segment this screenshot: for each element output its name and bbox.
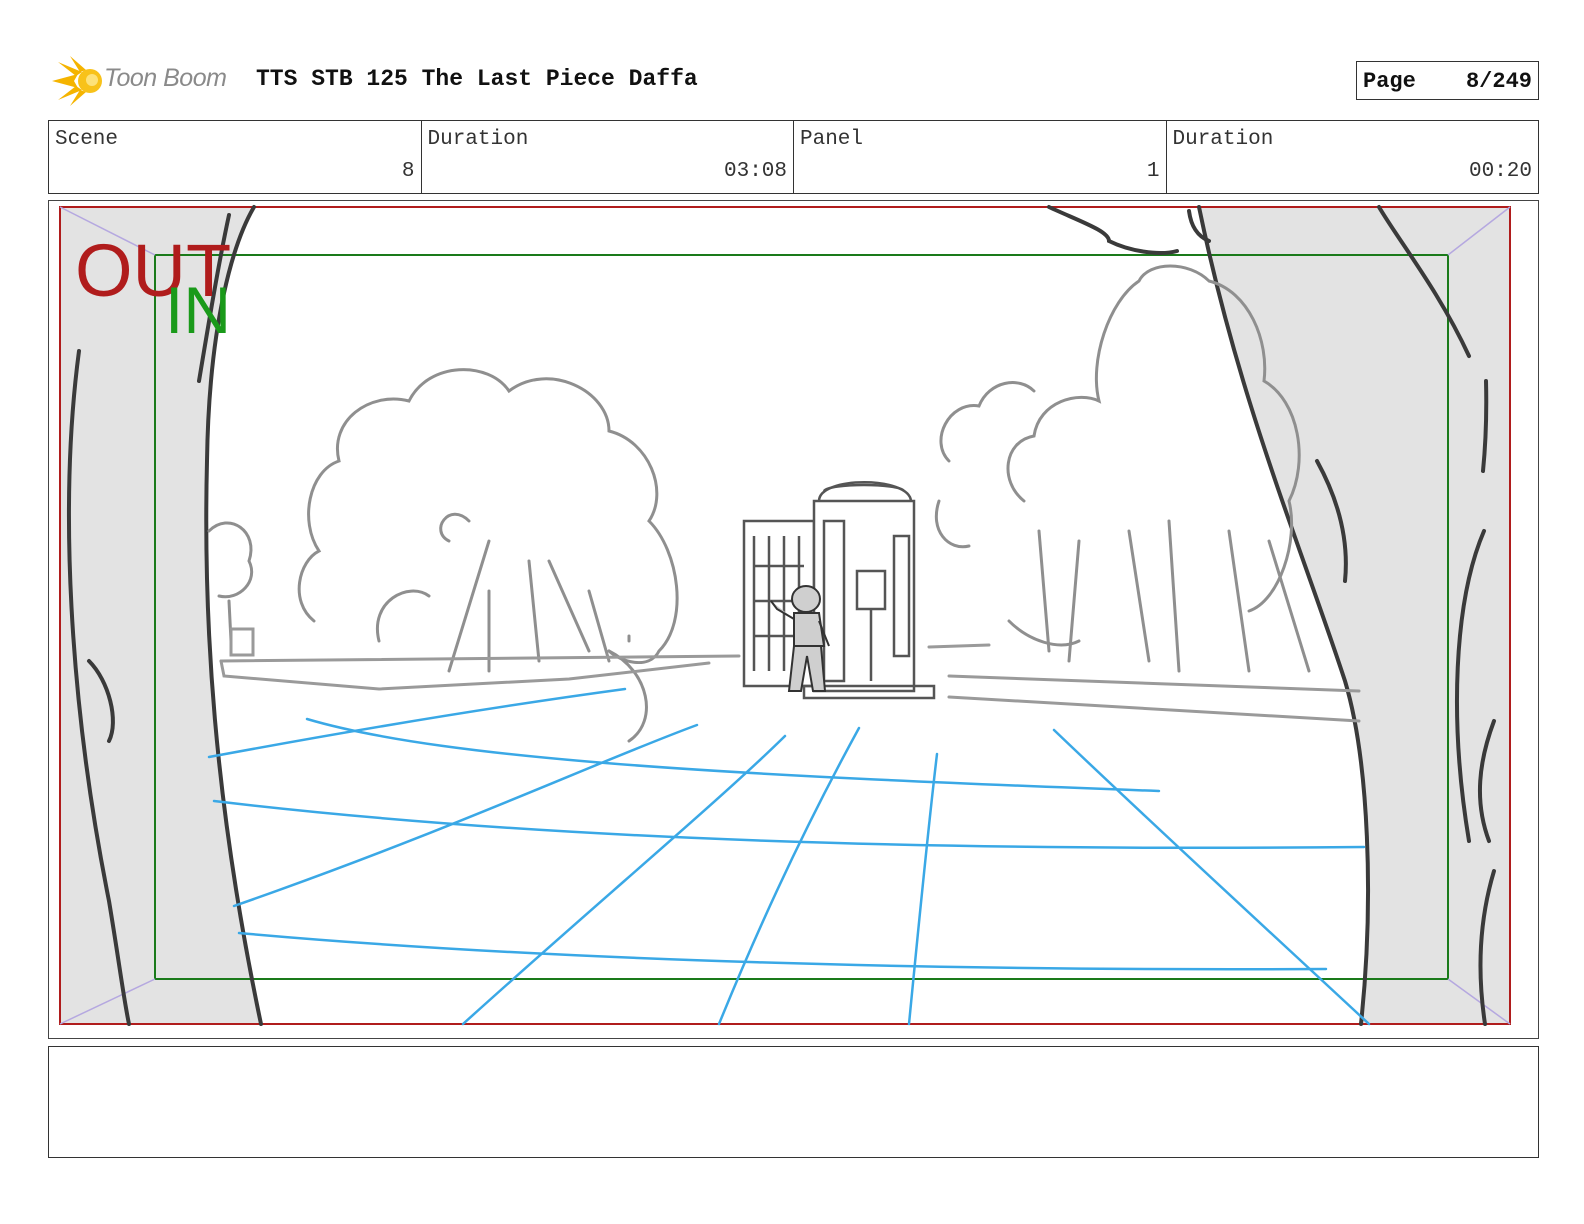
document-title: TTS STB 125 The Last Piece Daffa bbox=[256, 66, 698, 92]
phone-booth bbox=[742, 481, 936, 700]
panel-cell: Panel 1 bbox=[794, 121, 1167, 193]
scene-duration-label: Duration bbox=[427, 128, 529, 151]
panel-duration-cell: Duration 00:20 bbox=[1167, 121, 1539, 193]
scene-duration-value: 03:08 bbox=[723, 160, 787, 183]
panel-caption-box[interactable] bbox=[48, 1046, 1539, 1158]
panel-label: Panel bbox=[800, 128, 864, 151]
in-label: IN bbox=[165, 273, 231, 347]
logo-wordmark: Toon Boom bbox=[104, 64, 227, 92]
panel-value: 1 bbox=[1146, 160, 1160, 183]
page-number: 8/249 bbox=[1465, 69, 1532, 94]
panel-duration-label: Duration bbox=[1172, 128, 1274, 151]
scene-duration-cell: Duration 03:08 bbox=[422, 121, 794, 193]
storyboard-panel: OUT IN bbox=[48, 200, 1539, 1039]
perspective-guides bbox=[207, 687, 1371, 1026]
panel-sketch: OUT IN bbox=[59, 205, 1511, 1026]
panel-duration-value: 00:20 bbox=[1468, 160, 1532, 183]
scene-label: Scene bbox=[55, 128, 119, 151]
page-label: Page bbox=[1363, 69, 1416, 94]
page-indicator: Page 8/249 bbox=[1356, 61, 1539, 100]
panel-info-table: Scene 8 Duration 03:08 Panel 1 Duration … bbox=[48, 120, 1539, 194]
scene-value: 8 bbox=[401, 160, 415, 183]
scene-cell: Scene 8 bbox=[49, 121, 422, 193]
